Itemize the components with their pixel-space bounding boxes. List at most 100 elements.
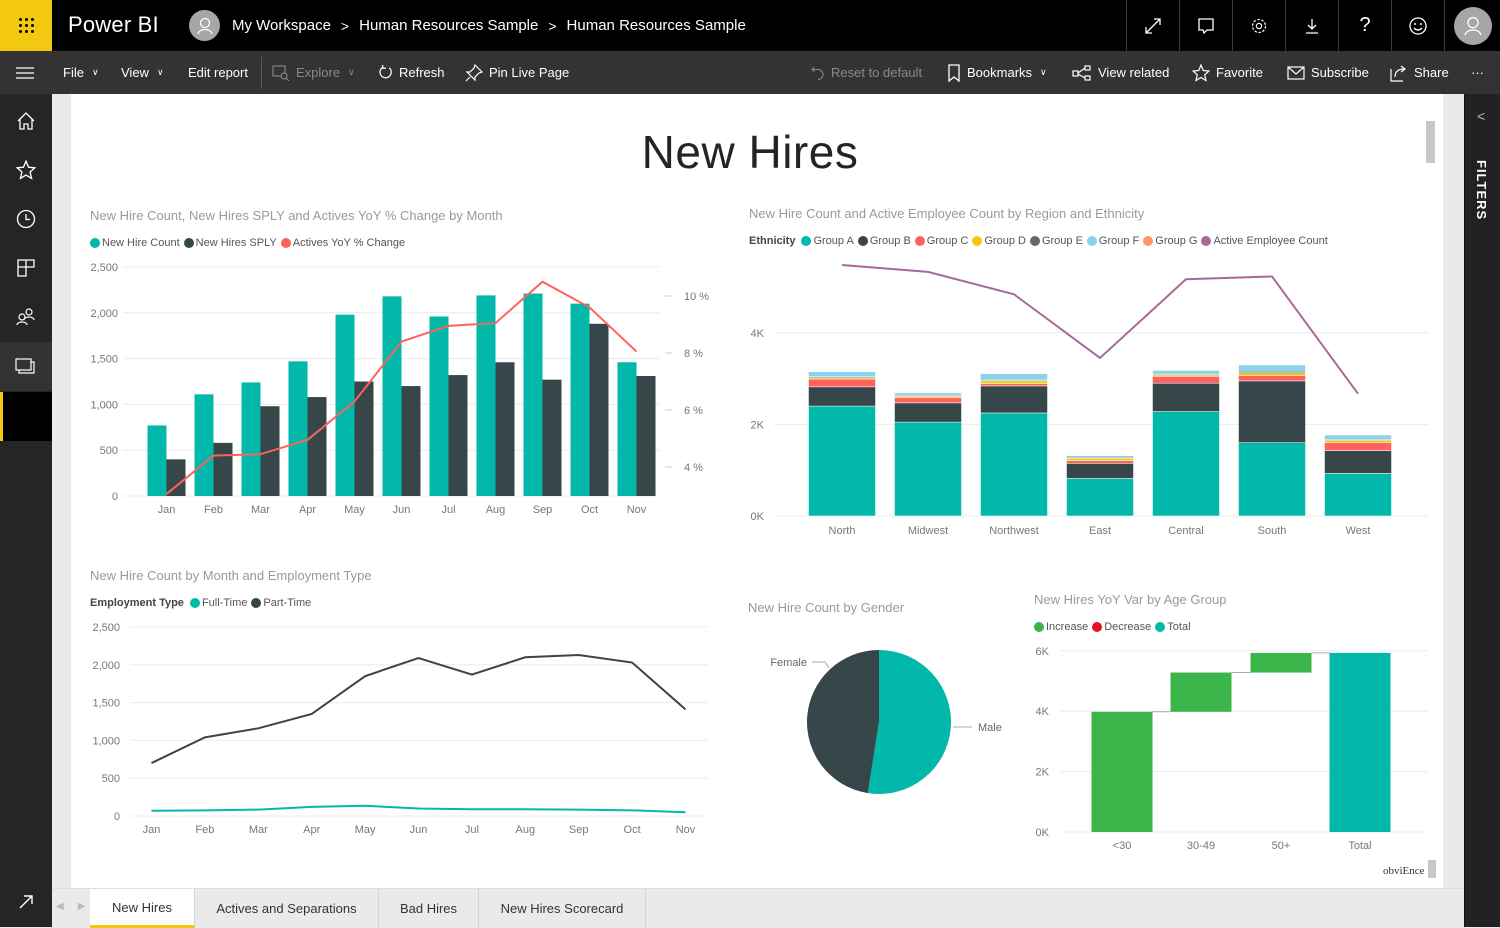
stacked-segment-group-a	[1325, 473, 1392, 516]
stacked-segment-group-a	[1153, 412, 1220, 516]
stacked-segment-group-a	[1067, 478, 1134, 516]
bar-new-hires-sply	[214, 443, 233, 496]
stacked-segment-group-f	[1153, 370, 1220, 374]
line-full-time	[152, 806, 686, 812]
stacked-segment-group-c	[1325, 443, 1392, 451]
waterfall-bar-increase	[1251, 653, 1312, 673]
chevron-left-icon[interactable]: ◀	[56, 901, 64, 912]
x-tick-label: South	[1258, 525, 1287, 537]
y-tick-label: 2,500	[90, 262, 118, 274]
tab-scroll-arrows[interactable]: ◀▶	[56, 901, 85, 912]
stacked-segment-group-d	[1325, 440, 1392, 442]
stacked-segment-group-d	[1067, 458, 1134, 460]
stacked-segment-group-a	[895, 422, 962, 516]
stacked-segment-group-b	[1067, 463, 1134, 478]
y-tick-label: 2K	[751, 419, 765, 431]
x-tick-label: Apr	[299, 504, 316, 516]
stacked-segment-group-b	[1153, 383, 1220, 411]
x-tick-label: Jun	[393, 504, 411, 516]
page-tabs: ◀▶ New Hires Actives and Separations Bad…	[52, 888, 1464, 927]
tab-actives-and-separations[interactable]: Actives and Separations	[195, 889, 379, 928]
stacked-segment-group-c	[809, 379, 876, 387]
pie-label-female: Female	[770, 657, 807, 669]
tab-bad-hires[interactable]: Bad Hires	[379, 889, 479, 928]
stacked-segment-group-d	[981, 381, 1048, 384]
pie-slice-female	[807, 650, 879, 793]
y2-tick-label: 8 %	[684, 348, 703, 360]
y-tick-label: 0K	[751, 511, 765, 523]
x-tick-label: 30-49	[1187, 840, 1215, 852]
bar-new-hire-count	[336, 315, 355, 496]
stacked-segment-group-b	[981, 386, 1048, 413]
bar-new-hires-sply	[590, 324, 609, 496]
tab-new-hires[interactable]: New Hires	[90, 889, 195, 928]
pie-leader-line	[812, 662, 829, 668]
tab-label: New Hires Scorecard	[501, 901, 624, 916]
waterfall-bar-increase	[1092, 712, 1153, 832]
x-tick-label: Jul	[465, 824, 479, 836]
watermark: obviEnce	[1383, 865, 1425, 877]
x-tick-label: Central	[1168, 525, 1203, 537]
stacked-segment-group-a	[1239, 443, 1306, 516]
x-tick-label: Total	[1348, 840, 1371, 852]
bar-new-hires-sply	[449, 375, 468, 496]
x-tick-label: 50+	[1272, 840, 1291, 852]
y-tick-label: 4K	[751, 328, 765, 340]
y-tick-label: 1,000	[90, 399, 118, 411]
stacked-segment-group-b	[1239, 381, 1306, 443]
y2-tick-label: 10 %	[684, 291, 709, 303]
x-tick-label: Oct	[624, 824, 641, 836]
line-part-time	[152, 655, 686, 763]
y-tick-label: 6K	[1036, 646, 1050, 658]
chevron-right-icon[interactable]: ▶	[78, 901, 86, 912]
stacked-segment-group-d	[1239, 373, 1306, 376]
x-tick-label: Jun	[410, 824, 428, 836]
x-tick-label: May	[344, 504, 365, 516]
x-tick-label: Sep	[569, 824, 589, 836]
stacked-segment-group-a	[809, 406, 876, 516]
x-tick-label: Sep	[533, 504, 553, 516]
bar-new-hire-count	[430, 316, 449, 496]
tab-label: New Hires	[112, 900, 172, 915]
x-tick-label: Jan	[143, 824, 161, 836]
tab-label: Actives and Separations	[216, 901, 356, 916]
bar-new-hires-sply	[308, 397, 327, 496]
stacked-segment-group-f	[1239, 365, 1306, 371]
y-tick-label: 0	[112, 491, 118, 503]
bar-new-hire-count	[242, 382, 261, 496]
x-tick-label: West	[1346, 525, 1371, 537]
y-tick-label: 2,000	[90, 308, 118, 320]
y-tick-label: 4K	[1036, 706, 1050, 718]
bar-new-hire-count	[148, 425, 167, 496]
y-tick-label: 1,000	[92, 735, 120, 747]
bar-new-hire-count	[571, 304, 590, 496]
tab-new-hires-scorecard[interactable]: New Hires Scorecard	[479, 889, 646, 928]
y-tick-label: 2,500	[92, 622, 120, 634]
stacked-segment-group-f	[895, 393, 962, 395]
bar-new-hire-count	[195, 394, 214, 496]
x-tick-label: East	[1089, 525, 1111, 537]
stacked-segment-group-f	[809, 372, 876, 377]
stacked-segment-group-c	[1239, 375, 1306, 380]
x-tick-label: May	[355, 824, 376, 836]
waterfall-bar-increase	[1171, 673, 1232, 712]
y-tick-label: 2,000	[92, 660, 120, 672]
stacked-segment-group-a	[981, 413, 1048, 516]
x-tick-label: Aug	[516, 824, 536, 836]
x-tick-label: Jan	[158, 504, 176, 516]
bar-new-hires-sply	[496, 362, 515, 496]
bar-new-hire-count	[524, 294, 543, 496]
bar-new-hire-count	[618, 362, 637, 496]
y2-tick-label: 4 %	[684, 462, 703, 474]
x-tick-label: Mar	[249, 824, 268, 836]
tab-label: Bad Hires	[400, 901, 457, 916]
x-tick-label: Midwest	[908, 525, 948, 537]
stacked-segment-group-f	[1325, 435, 1392, 440]
charts-layer: 05001,0001,5002,0002,5004 %6 %8 %10 %Jan…	[0, 0, 1500, 927]
x-tick-label: Apr	[303, 824, 320, 836]
x-tick-label: Feb	[195, 824, 214, 836]
stacked-segment-group-f	[981, 374, 1048, 380]
bar-new-hires-sply	[637, 376, 656, 496]
stacked-segment-group-c	[1067, 461, 1134, 464]
stacked-segment-group-c	[981, 384, 1048, 386]
